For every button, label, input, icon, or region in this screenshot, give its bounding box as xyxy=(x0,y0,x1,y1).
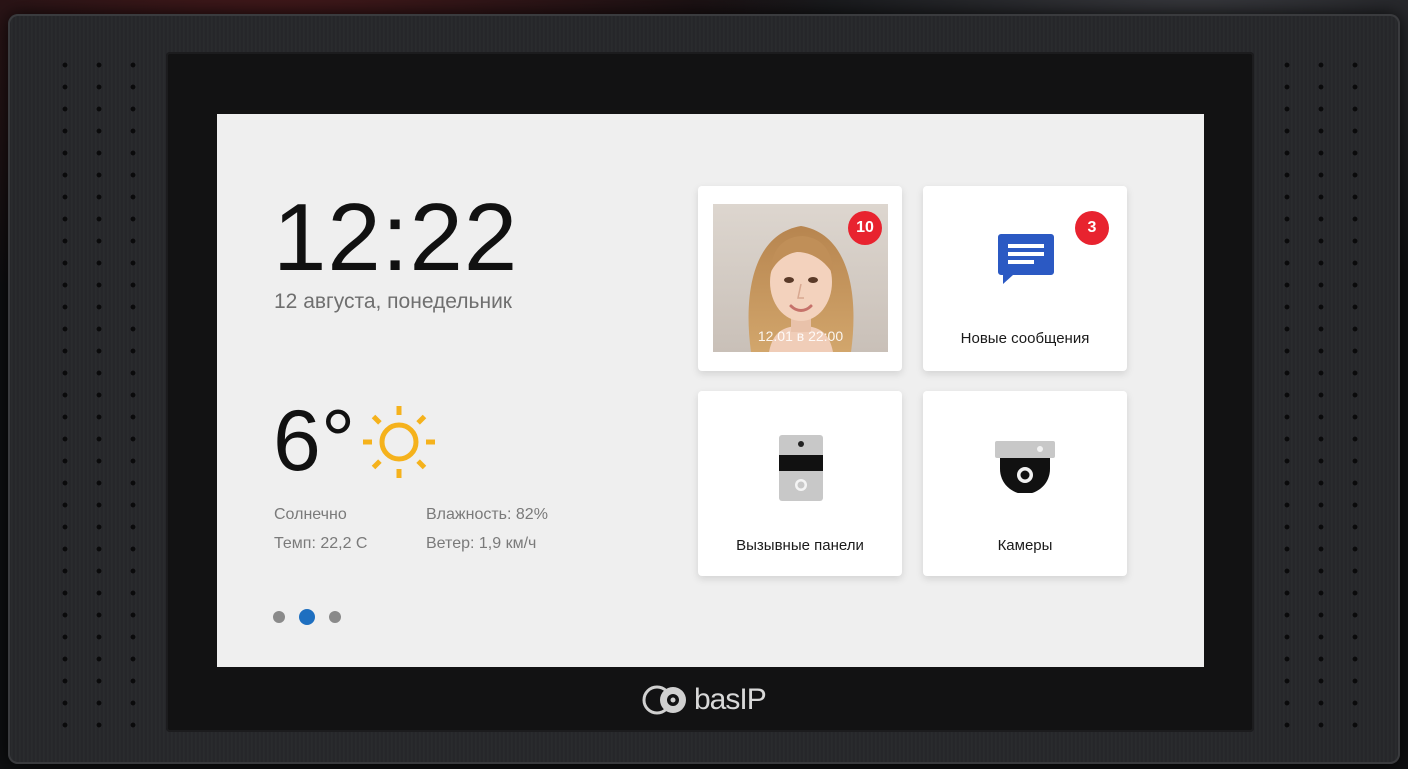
page-dot-1[interactable] xyxy=(273,611,285,623)
messages-count-badge: 3 xyxy=(1075,211,1109,245)
speaker-grille-right xyxy=(1270,54,1380,734)
door-panel-icon xyxy=(779,435,823,501)
brand-logo-text: basIP xyxy=(694,683,767,716)
cameras-label: Камеры xyxy=(997,537,1053,554)
visitor-count-badge: 10 xyxy=(848,211,882,245)
messages-tile[interactable]: 3 Новые сообщения xyxy=(923,186,1127,371)
dome-camera-icon xyxy=(995,441,1055,493)
clock-date: 12 августа, понедельник xyxy=(274,290,512,313)
message-icon xyxy=(998,234,1054,284)
weather-wind: Ветер: 1,9 км/ч xyxy=(426,535,537,552)
call-panels-label: Вызывные панели xyxy=(736,537,864,554)
visitor-timestamp: 12.01 в 22:00 xyxy=(757,328,844,344)
messages-label: Новые сообщения xyxy=(960,330,1090,347)
home-screen: 12:22 12 августа, понедельник 6° Солнечн… xyxy=(217,114,1204,667)
weather-condition: Солнечно xyxy=(274,506,347,523)
call-panels-tile[interactable]: Вызывные панели xyxy=(698,391,902,576)
visitor-photo-tile[interactable]: 12.01 в 22:00 10 xyxy=(698,186,902,371)
speaker-grille-left xyxy=(48,54,158,734)
basip-logo-icon xyxy=(642,685,686,715)
clock-time: 12:22 xyxy=(273,184,519,291)
weather-temperature: 6° xyxy=(273,393,356,489)
page-dot-3[interactable] xyxy=(329,611,341,623)
page-dot-2[interactable] xyxy=(299,609,315,625)
weather-humidity: Влажность: 82% xyxy=(426,506,548,523)
brand-logo: basIP xyxy=(642,682,767,718)
sun-icon xyxy=(363,406,435,478)
cameras-tile[interactable]: Камеры xyxy=(923,391,1127,576)
weather-temp-detail: Темп: 22,2 С xyxy=(274,535,368,552)
